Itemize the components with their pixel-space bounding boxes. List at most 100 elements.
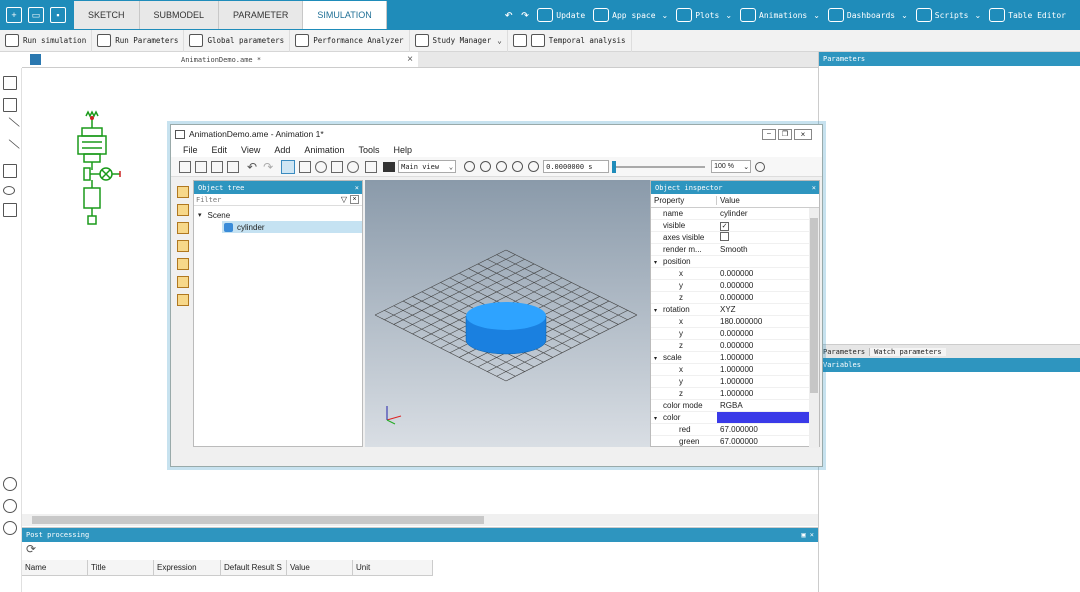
time-slider[interactable]	[612, 160, 706, 173]
time-input[interactable]: 0.0000000 s	[543, 160, 610, 173]
chevron-down-icon[interactable]: ⌄	[901, 11, 908, 20]
rectangle-tool-icon[interactable]	[3, 164, 17, 178]
window-titlebar[interactable]: AnimationDemo.ame - Animation 1* – ❐ ×	[171, 125, 822, 143]
col-value[interactable]: Value	[287, 560, 353, 576]
zoom-in-icon[interactable]	[3, 477, 17, 491]
chevron-down-icon[interactable]: ⌄	[497, 36, 502, 45]
add-cone-icon[interactable]	[177, 240, 189, 252]
inspector-row[interactable]: z 0.000000	[651, 292, 809, 304]
undo-icon[interactable]: ↶	[247, 160, 257, 174]
close-icon[interactable]: ×	[812, 184, 816, 192]
inspector-row[interactable]: render m... Smooth	[651, 244, 809, 256]
filter-input[interactable]	[194, 194, 341, 205]
inspector-row[interactable]: y 0.000000	[651, 280, 809, 292]
temporal-analysis-button[interactable]: Temporal analysis	[508, 29, 632, 52]
inspector-row[interactable]: y 0.000000	[651, 328, 809, 340]
chevron-down-icon[interactable]: ⌄	[975, 11, 982, 20]
menu-help[interactable]: Help	[393, 145, 412, 155]
menu-tools[interactable]: Tools	[358, 145, 379, 155]
expand-icon[interactable]: ▾	[654, 308, 657, 314]
menu-add[interactable]: Add	[274, 145, 290, 155]
new-file-icon[interactable]: +	[6, 7, 22, 23]
close-icon[interactable]: ×	[407, 54, 413, 65]
run-simulation-button[interactable]: Run simulation	[0, 29, 93, 52]
col-title[interactable]: Title	[88, 560, 154, 576]
document-tab[interactable]: AnimationDemo.ame * ×	[22, 52, 418, 68]
col-name[interactable]: Name	[22, 560, 88, 576]
inspector-row[interactable]: x 0.000000	[651, 268, 809, 280]
view-select[interactable]: Main view ⌄	[398, 160, 457, 173]
dashboards-button[interactable]: Dashboards	[827, 8, 895, 22]
close-icon[interactable]: ×	[355, 184, 359, 192]
menu-edit[interactable]: Edit	[212, 145, 228, 155]
property-value[interactable]: XYZ	[717, 305, 809, 314]
3d-viewport[interactable]	[365, 180, 650, 447]
hydraulic-component-diagram[interactable]	[72, 110, 132, 270]
arrow-tool-icon[interactable]	[0, 139, 20, 159]
run-parameters-button[interactable]: Run Parameters	[92, 29, 185, 52]
axes-visible-checkbox[interactable]	[720, 232, 729, 241]
add-sphere-icon[interactable]	[177, 222, 189, 234]
inspector-row[interactable]: color mode RGBA	[651, 400, 809, 412]
settings-icon[interactable]	[755, 161, 766, 172]
property-value[interactable]: 0.000000	[717, 329, 809, 338]
undo-icon[interactable]: ↶	[504, 7, 512, 23]
restore-button[interactable]: ❐	[778, 128, 792, 140]
property-value[interactable]: RGBA	[717, 401, 809, 410]
animations-button[interactable]: Animations	[740, 8, 807, 22]
chevron-down-icon[interactable]: ⌄	[813, 11, 820, 20]
property-value[interactable]: 1.000000	[717, 365, 809, 374]
table-editor-button[interactable]: Table Editor	[989, 8, 1066, 22]
property-value[interactable]: 0.000000	[717, 281, 809, 290]
tab-submodel[interactable]: SUBMODEL	[139, 1, 220, 29]
inspector-row[interactable]: y 1.000000	[651, 376, 809, 388]
zoom-select[interactable]: 100 % ⌄	[711, 160, 752, 173]
expand-icon[interactable]: ▾	[198, 211, 202, 219]
redo-icon[interactable]: ↷	[263, 160, 273, 174]
tree-item-scene[interactable]: ▾ Scene	[194, 209, 362, 221]
inspector-row[interactable]: z 1.000000	[651, 388, 809, 400]
3d-scene[interactable]	[365, 180, 650, 447]
tab-simulation[interactable]: SIMULATION	[303, 1, 387, 29]
pan-icon[interactable]	[331, 160, 344, 173]
property-value[interactable]: 0.000000	[717, 269, 809, 278]
property-value[interactable]: 67.000000	[717, 425, 809, 434]
redo-icon[interactable]: ↷	[521, 7, 529, 23]
clear-filter-icon[interactable]: ×	[350, 195, 359, 204]
property-value[interactable]: cylinder	[717, 209, 809, 218]
inspector-row[interactable]: x 1.000000	[651, 364, 809, 376]
step-forward-icon[interactable]	[512, 161, 524, 172]
property-value[interactable]: 1.000000	[717, 353, 809, 362]
menu-file[interactable]: File	[183, 145, 198, 155]
inspector-row[interactable]: ▾ scale 1.000000	[651, 352, 809, 364]
expand-icon[interactable]: ▾	[654, 260, 657, 266]
update-button[interactable]: Update	[537, 8, 585, 22]
scripts-button[interactable]: Scripts	[915, 8, 969, 22]
inspector-row[interactable]: z 0.000000	[651, 340, 809, 352]
fit-view-icon[interactable]	[365, 160, 378, 173]
close-button[interactable]: ×	[794, 128, 812, 140]
add-link-icon[interactable]	[177, 276, 189, 288]
study-manager-button[interactable]: Study Manager ⌄	[410, 29, 508, 52]
zoom-out-icon[interactable]	[3, 521, 17, 535]
ellipse-tool-icon[interactable]	[3, 186, 15, 195]
add-object-icon[interactable]	[177, 294, 189, 306]
refresh-icon[interactable]: ⟳	[22, 542, 818, 560]
plots-button[interactable]: Plots	[676, 8, 719, 22]
tab-parameters[interactable]: Parameters	[819, 347, 871, 356]
tree-item-cylinder[interactable]: cylinder	[222, 221, 362, 233]
property-value[interactable]: 67.000000	[717, 437, 809, 446]
step-back-icon[interactable]	[480, 161, 492, 172]
property-value[interactable]: Smooth	[717, 245, 809, 254]
paste-icon[interactable]	[211, 160, 223, 173]
property-value[interactable]: 1.000000	[717, 377, 809, 386]
chevron-down-icon[interactable]: ⌄	[725, 11, 732, 20]
inspector-row[interactable]: ▾ color	[651, 412, 809, 424]
tab-sketch[interactable]: SKETCH	[74, 1, 140, 29]
time-slider-handle[interactable]	[612, 160, 617, 173]
inspector-row[interactable]: green 67.000000	[651, 436, 809, 448]
property-value[interactable]: 0.000000	[717, 341, 809, 350]
property-value[interactable]	[717, 232, 809, 243]
add-cylinder-icon[interactable]	[177, 204, 189, 216]
global-parameters-button[interactable]: Global parameters	[184, 29, 291, 52]
